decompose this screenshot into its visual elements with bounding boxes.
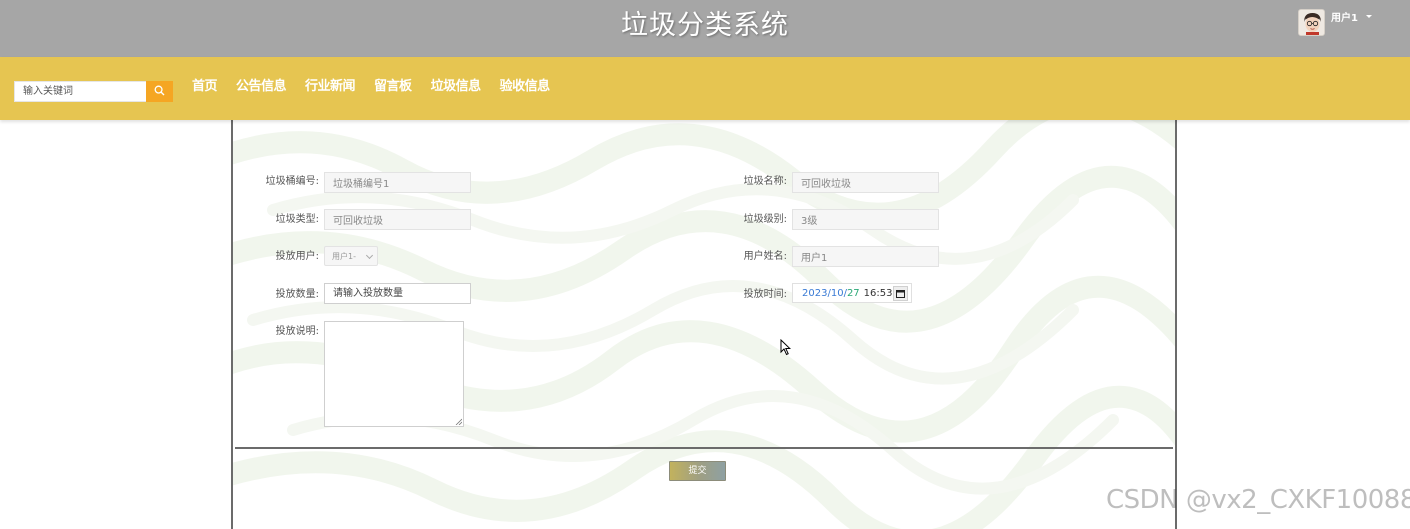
form-panel: 垃圾桶编号: 垃圾类型: 投放用户: 用户1- 投放数量: 投放说明: 垃圾名称… xyxy=(231,120,1177,529)
garbage-level-field xyxy=(792,209,939,230)
nav-item-acceptance-info[interactable]: 验收信息 xyxy=(492,76,558,98)
garbage-type-field xyxy=(324,209,471,230)
nav-item-announcements[interactable]: 公告信息 xyxy=(228,76,294,98)
nav-item-home[interactable]: 首页 xyxy=(184,76,225,98)
garbage-name-field xyxy=(792,172,939,193)
delivery-time-month: 10 xyxy=(830,287,844,299)
nav-item-industry-news[interactable]: 行业新闻 xyxy=(297,76,363,98)
mouse-cursor-icon xyxy=(780,339,791,356)
delivery-time-label: 投放时间: xyxy=(743,289,787,300)
garbage-level-label: 垃圾级别: xyxy=(743,214,787,225)
bin-number-label: 垃圾桶编号: xyxy=(265,176,319,187)
description-label: 投放说明: xyxy=(275,326,319,337)
search-icon xyxy=(154,84,165,99)
submit-button[interactable]: 提交 xyxy=(669,461,726,481)
bin-number-field xyxy=(324,172,471,193)
nav-bar: 首页 公告信息 行业新闻 留言板 垃圾信息 验收信息 xyxy=(0,57,1410,120)
delivery-time-clock: 16:53 xyxy=(863,287,893,299)
user-name[interactable]: 用户1 xyxy=(1331,9,1358,24)
user-realname-label: 用户姓名: xyxy=(743,251,787,262)
quantity-input[interactable] xyxy=(324,283,471,304)
calendar-icon[interactable] xyxy=(893,286,908,301)
site-title: 垃圾分类系统 xyxy=(621,10,789,41)
user-menu[interactable]: 用户1 xyxy=(1298,8,1372,36)
nav-menu: 首页 公告信息 行业新闻 留言板 垃圾信息 验收信息 xyxy=(184,76,561,98)
avatar-icon[interactable] xyxy=(1298,8,1325,36)
delivery-user-select[interactable]: 用户1- xyxy=(324,246,378,266)
top-header: 垃圾分类系统 用户1 xyxy=(0,0,1410,57)
search-input[interactable] xyxy=(14,81,147,102)
nav-item-message-board[interactable]: 留言板 xyxy=(366,76,420,98)
delivery-time-year: 2023 xyxy=(802,287,828,299)
resize-handle-icon[interactable] xyxy=(455,418,462,425)
delivery-time-day: 27 xyxy=(846,287,860,299)
description-textarea[interactable] xyxy=(324,321,464,427)
delivery-time-input[interactable]: 2023/10/27 16:53 xyxy=(792,283,912,303)
garbage-name-label: 垃圾名称: xyxy=(743,176,787,187)
search-button[interactable] xyxy=(146,81,173,102)
chevron-down-icon xyxy=(365,251,374,260)
delivery-user-label: 投放用户: xyxy=(275,251,319,262)
garbage-type-label: 垃圾类型: xyxy=(275,214,319,225)
delivery-user-value: 用户1- xyxy=(332,251,356,261)
form-divider xyxy=(235,447,1173,449)
user-realname-field xyxy=(792,246,939,267)
caret-down-icon[interactable] xyxy=(1365,14,1372,18)
quantity-label: 投放数量: xyxy=(275,289,319,300)
watermark: CSDN @vx2_CXKF10088 xyxy=(1106,485,1410,515)
nav-item-garbage-info[interactable]: 垃圾信息 xyxy=(423,76,489,98)
